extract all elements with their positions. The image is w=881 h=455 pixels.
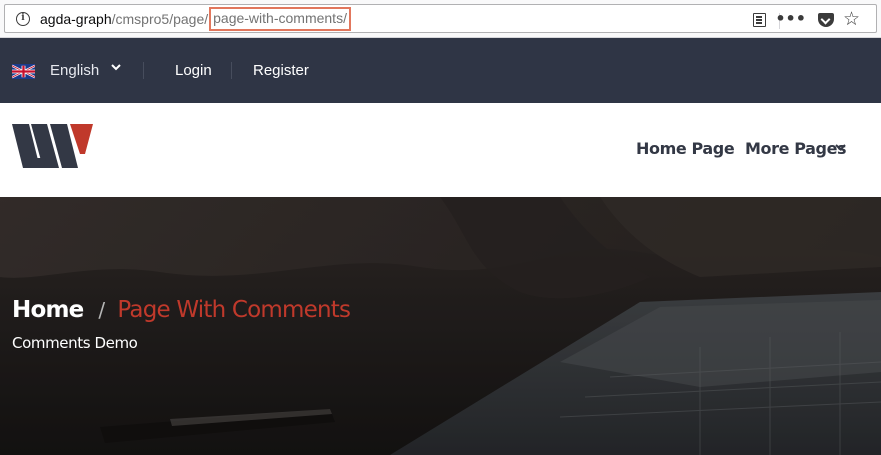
breadcrumb-home-link[interactable]: Home xyxy=(12,297,84,323)
pocket-icon[interactable] xyxy=(818,13,834,27)
language-selector[interactable]: English xyxy=(50,62,99,79)
browser-toolbar: i agda-graph /cmspro5/page/ page-with-co… xyxy=(0,0,881,38)
url-path: /cmspro5/page/ xyxy=(111,11,209,27)
topbar-divider xyxy=(143,62,144,79)
site-header: Home Page More Pages xyxy=(0,103,881,197)
hero-banner: Home / Page With Comments Comments Demo xyxy=(0,197,881,455)
breadcrumb: Home / Page With Comments xyxy=(12,297,351,323)
nav-home-page[interactable]: Home Page xyxy=(636,139,735,158)
uk-flag-icon[interactable] xyxy=(12,64,35,79)
hero-background-image xyxy=(0,197,881,455)
register-link[interactable]: Register xyxy=(253,62,309,79)
chevron-down-icon[interactable] xyxy=(110,61,122,73)
chevron-down-icon[interactable] xyxy=(834,141,847,154)
url-text[interactable]: agda-graph /cmspro5/page/ page-with-comm… xyxy=(40,7,351,31)
url-host: agda-graph xyxy=(40,11,112,27)
breadcrumb-separator: / xyxy=(98,298,105,322)
breadcrumb-current: Page With Comments xyxy=(117,297,351,323)
bookmark-star-icon[interactable]: ☆ xyxy=(843,8,860,30)
w-logo-icon[interactable] xyxy=(12,124,94,172)
more-actions-icon[interactable]: ••• xyxy=(775,11,806,27)
top-bar: English Login Register xyxy=(0,38,881,103)
url-highlight: page-with-comments/ xyxy=(209,7,351,31)
login-link[interactable]: Login xyxy=(175,62,212,79)
page-subtitle: Comments Demo xyxy=(12,334,138,352)
nav-more-pages[interactable]: More Pages xyxy=(745,139,847,158)
address-bar[interactable]: i agda-graph /cmspro5/page/ page-with-co… xyxy=(4,4,877,33)
reader-view-icon[interactable] xyxy=(753,13,766,27)
topbar-divider xyxy=(231,62,232,79)
info-icon[interactable]: i xyxy=(16,12,30,26)
